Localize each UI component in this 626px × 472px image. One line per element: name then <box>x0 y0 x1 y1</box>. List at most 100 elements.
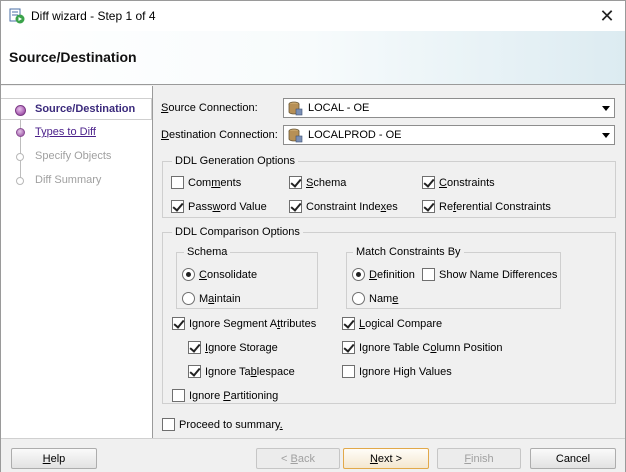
logical-compare-checkbox[interactable]: Logical Compare <box>342 317 442 330</box>
checkbox-box[interactable] <box>162 418 175 431</box>
step-diff-summary: Diff Summary <box>1 170 152 192</box>
checkbox-box[interactable] <box>188 341 201 354</box>
schema-group: Schema Consolidate Maintain <box>176 246 318 309</box>
ddl-comparison-options-group: DDL Comparison Options Schema Consolidat… <box>162 226 616 404</box>
password-value-checkbox[interactable]: Password Value <box>171 200 267 213</box>
page-title: Source/Destination <box>9 49 137 65</box>
checkbox-label: Ignore High Values <box>359 365 452 378</box>
consolidate-radio[interactable]: Consolidate <box>182 268 257 281</box>
visited-step-icon <box>16 128 25 137</box>
ignore-storage-checkbox[interactable]: Ignore Storage <box>188 341 278 354</box>
checkbox-label: Referential Constraints <box>439 200 551 213</box>
next-button[interactable]: Next > <box>343 448 429 469</box>
checkbox-box[interactable] <box>422 200 435 213</box>
active-step-icon <box>15 105 26 116</box>
ignore-tablespace-checkbox[interactable]: Ignore Tablespace <box>188 365 295 378</box>
title-bar: Diff wizard - Step 1 of 4 ✕ <box>1 1 625 31</box>
checkbox-label: Ignore Storage <box>205 341 278 354</box>
help-button[interactable]: Help <box>11 448 97 469</box>
source-connection-value: LOCAL - OE <box>308 102 370 114</box>
step-specify-objects: Specify Objects <box>1 146 152 168</box>
checkbox-box[interactable] <box>342 341 355 354</box>
ignore-segment-attributes-checkbox[interactable]: Ignore Segment Attributes <box>172 317 316 330</box>
radio-button[interactable] <box>182 268 195 281</box>
radio-button[interactable] <box>182 292 195 305</box>
ddl-generation-options-group: DDL Generation Options Comments Schema C… <box>162 155 616 218</box>
close-button[interactable]: ✕ <box>595 4 619 28</box>
steps-panel: Source/Destination Types to Diff Specify… <box>1 86 153 438</box>
destination-connection-value: LOCALPROD - OE <box>308 129 402 141</box>
destination-connection-label: Destination Connection: <box>161 129 278 141</box>
step-label: Diff Summary <box>35 174 102 186</box>
checkbox-label: Constraints <box>439 176 495 189</box>
checkbox-box[interactable] <box>342 317 355 330</box>
referential-constraints-checkbox[interactable]: Referential Constraints <box>422 200 551 213</box>
group-legend: DDL Comparison Options <box>172 226 303 238</box>
radio-label: Consolidate <box>199 268 258 281</box>
pending-step-icon <box>16 153 24 161</box>
source-connection-select[interactable]: LOCAL - OE <box>283 98 615 118</box>
close-icon: ✕ <box>599 5 615 26</box>
button-bar: Help < Back Next > Finish Cancel <box>1 438 625 472</box>
checkbox-box[interactable] <box>172 389 185 402</box>
back-button: < Back <box>256 448 340 469</box>
constraint-indexes-checkbox[interactable]: Constraint Indexes <box>289 200 398 213</box>
database-connection-icon <box>288 128 303 143</box>
group-legend: Schema <box>184 246 231 258</box>
schema-checkbox[interactable]: Schema <box>289 176 346 189</box>
checkbox-label: Constraint Indexes <box>306 200 398 213</box>
checkbox-box[interactable] <box>188 365 201 378</box>
cancel-button[interactable]: Cancel <box>530 448 616 469</box>
step-source-destination[interactable]: Source/Destination <box>1 98 152 120</box>
ignore-high-values-checkbox[interactable]: Ignore High Values <box>342 365 452 378</box>
step-label: Source/Destination <box>35 103 136 115</box>
radio-button[interactable] <box>352 292 365 305</box>
radio-label: Definition <box>369 268 415 281</box>
radio-label: Maintain <box>199 292 241 305</box>
window-title: Diff wizard - Step 1 of 4 <box>31 9 156 23</box>
checkbox-label: Comments <box>188 176 242 189</box>
checkbox-box[interactable] <box>289 176 302 189</box>
constraints-checkbox[interactable]: Constraints <box>422 176 495 189</box>
radio-button[interactable] <box>352 268 365 281</box>
ignore-table-column-position-checkbox[interactable]: Ignore Table Column Position <box>342 341 503 354</box>
source-connection-label: Source Connection: <box>161 102 258 114</box>
wizard-header: Source/Destination <box>1 31 625 85</box>
checkbox-label: Ignore Tablespace <box>205 365 295 378</box>
checkbox-box[interactable] <box>342 365 355 378</box>
checkbox-label: Ignore Table Column Position <box>359 341 503 354</box>
checkbox-label: Logical Compare <box>359 317 443 330</box>
checkbox-box[interactable] <box>171 176 184 189</box>
finish-button: Finish <box>437 448 521 469</box>
step-label[interactable]: Types to Diff <box>35 126 96 138</box>
chevron-down-icon <box>602 106 610 111</box>
group-legend: DDL Generation Options <box>172 155 299 167</box>
checkbox-box[interactable] <box>171 200 184 213</box>
maintain-radio[interactable]: Maintain <box>182 292 241 305</box>
wizard-content: Source Connection: LOCAL - OE Destinatio… <box>153 86 625 438</box>
radio-label: Name <box>369 292 399 305</box>
diff-wizard-window: Diff wizard - Step 1 of 4 ✕ Source/Desti… <box>0 0 626 472</box>
proceed-to-summary-checkbox[interactable]: Proceed to summary. <box>162 418 283 431</box>
destination-connection-select[interactable]: LOCALPROD - OE <box>283 125 615 145</box>
checkbox-label: Password Value <box>188 200 267 213</box>
wizard-icon <box>9 8 25 24</box>
definition-radio[interactable]: Definition <box>352 268 415 281</box>
name-radio[interactable]: Name <box>352 292 398 305</box>
comments-checkbox[interactable]: Comments <box>171 176 241 189</box>
ignore-partitioning-checkbox[interactable]: Ignore Partitioning <box>172 389 278 402</box>
checkbox-label: Ignore Segment Attributes <box>189 317 317 330</box>
step-label: Specify Objects <box>35 150 112 162</box>
database-connection-icon <box>288 101 303 116</box>
checkbox-label: Schema <box>306 176 347 189</box>
chevron-down-icon <box>602 133 610 138</box>
checkbox-box[interactable] <box>422 176 435 189</box>
show-name-differences-checkbox[interactable]: Show Name Differences <box>422 268 557 281</box>
checkbox-label: Proceed to summary. <box>179 418 283 431</box>
checkbox-box[interactable] <box>172 317 185 330</box>
step-types-to-diff[interactable]: Types to Diff <box>1 122 152 144</box>
checkbox-label: Ignore Partitioning <box>189 389 279 402</box>
checkbox-label: Show Name Differences <box>439 268 558 281</box>
checkbox-box[interactable] <box>289 200 302 213</box>
checkbox-box[interactable] <box>422 268 435 281</box>
